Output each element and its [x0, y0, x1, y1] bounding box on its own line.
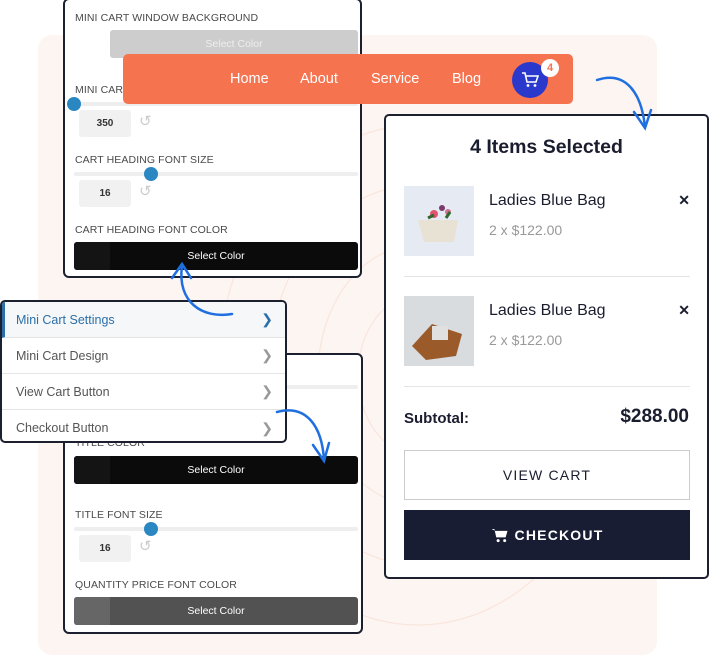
button-label: Select Color — [187, 605, 245, 617]
divider — [404, 386, 690, 387]
button-label: Select Color — [205, 38, 263, 50]
cart-item: Ladies Blue Bag 2 x $122.00 ✕ — [404, 296, 690, 368]
menu-label: Mini Cart Design — [16, 348, 109, 363]
qty-color-button[interactable]: Select Color — [74, 597, 358, 625]
remove-icon[interactable]: ✕ — [678, 302, 690, 319]
product-image — [404, 186, 474, 256]
item-name: Ladies Blue Bag — [489, 302, 606, 319]
checkout-button[interactable]: CHECKOUT — [404, 510, 690, 560]
button-label: CHECKOUT — [514, 527, 604, 543]
subtotal-label: Subtotal: — [404, 410, 469, 427]
slider-thumb[interactable] — [67, 97, 81, 111]
menu-label: Checkout Button — [16, 421, 109, 435]
nav-home[interactable]: Home — [230, 71, 269, 87]
heading-color-button[interactable]: Select Color — [74, 242, 358, 270]
slider-thumb[interactable] — [143, 522, 158, 536]
reset-icon[interactable]: ↺ — [139, 182, 152, 200]
mini-cart: 4 Items Selected Ladies Blue Bag 2 x $12… — [384, 114, 709, 579]
item-price: 2 x $122.00 — [489, 332, 563, 348]
cart-icon — [522, 72, 539, 87]
menu-item-checkout-button[interactable]: Checkout Button ❯ — [2, 410, 285, 441]
title-size-input[interactable]: 16 — [79, 535, 131, 562]
heading-size-slider[interactable] — [74, 167, 358, 181]
chevron-right-icon: ❯ — [261, 311, 273, 327]
label: QUANTITY PRICE FONT COLOR — [75, 579, 237, 591]
nav-blog[interactable]: Blog — [452, 71, 481, 87]
navbar: Home About Service Blog 4 — [123, 54, 573, 104]
title-color-button[interactable]: Select Color — [74, 456, 358, 484]
subtotal-value: $288.00 — [620, 406, 689, 427]
button-label: Select Color — [187, 250, 245, 262]
cart-title: 4 Items Selected — [470, 136, 623, 158]
chevron-right-icon: ❯ — [261, 347, 273, 363]
button-label: Select Color — [187, 464, 245, 476]
title-size-slider[interactable] — [74, 522, 358, 536]
menu-item-view-cart-button[interactable]: View Cart Button ❯ — [2, 374, 285, 410]
chevron-right-icon: ❯ — [261, 419, 273, 436]
menu-label: View Cart Button — [16, 384, 110, 399]
label: TITLE FONT SIZE — [75, 509, 163, 521]
label: CART HEADING FONT COLOR — [75, 224, 228, 236]
settings-menu: Mini Cart Settings ❯ Mini Cart Design ❯ Vi… — [0, 300, 287, 443]
heading-size-input[interactable]: 16 — [79, 180, 131, 207]
cart-count-badge: 4 — [541, 59, 559, 77]
menu-item-mini-cart-design[interactable]: Mini Cart Design ❯ — [2, 338, 285, 374]
product-image — [404, 296, 474, 366]
divider — [404, 276, 690, 277]
nav-about[interactable]: About — [300, 71, 338, 87]
reset-icon[interactable]: ↺ — [139, 112, 152, 130]
width-input[interactable]: 350 — [79, 110, 131, 137]
view-cart-button[interactable]: VIEW CART — [404, 450, 690, 500]
remove-icon[interactable]: ✕ — [678, 192, 690, 209]
cart-icon — [491, 528, 508, 542]
reset-icon[interactable]: ↺ — [139, 537, 152, 555]
slider-thumb[interactable] — [143, 167, 158, 181]
menu-label: Mini Cart Settings — [16, 312, 115, 327]
nav-service[interactable]: Service — [371, 71, 419, 87]
item-price: 2 x $122.00 — [489, 222, 563, 238]
chevron-right-icon: ❯ — [261, 383, 273, 399]
cart-item: Ladies Blue Bag 2 x $122.00 ✕ — [404, 186, 690, 258]
label: CART HEADING FONT SIZE — [75, 154, 214, 166]
item-name: Ladies Blue Bag — [489, 192, 606, 209]
menu-item-mini-cart-settings[interactable]: Mini Cart Settings ❯ — [2, 302, 285, 338]
settings-panel-top: MINI CART WINDOW BACKGROUND Select Color… — [63, 0, 362, 278]
label: MINI CART WINDOW BACKGROUND — [75, 12, 259, 24]
label: MINI CART — [75, 84, 130, 96]
button-label: VIEW CART — [502, 467, 592, 483]
